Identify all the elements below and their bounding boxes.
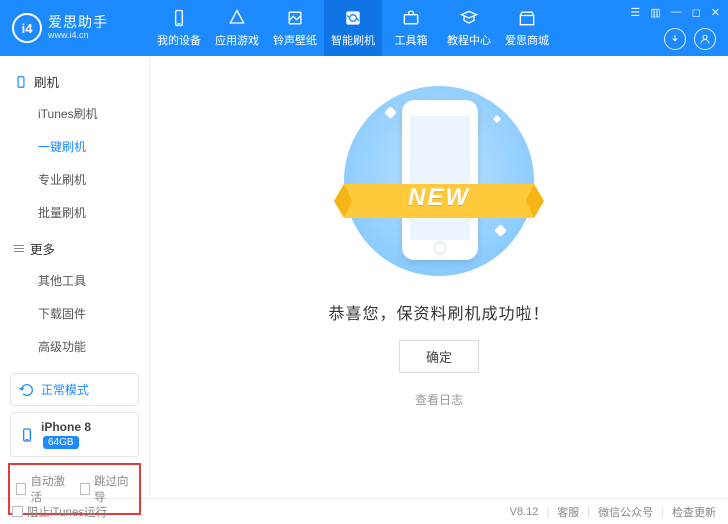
- version-label: V8.12: [510, 506, 539, 518]
- device-name: iPhone 8: [41, 420, 91, 434]
- new-ribbon: NEW: [334, 172, 544, 230]
- nav-apps[interactable]: 应用游戏: [208, 0, 266, 56]
- section-title: 更多: [30, 239, 55, 258]
- device-card[interactable]: iPhone 8 64GB: [10, 412, 139, 457]
- refresh-icon: [19, 382, 35, 398]
- sidebar-section-more[interactable]: 更多: [0, 233, 149, 264]
- sidebar-item-advanced[interactable]: 高级功能: [0, 330, 149, 363]
- menu-icon[interactable]: ☰: [630, 6, 640, 19]
- section-title: 刷机: [34, 72, 59, 91]
- checkbox-label: 自动激活: [30, 473, 69, 505]
- sidebar-section-flash[interactable]: 刷机: [0, 66, 149, 97]
- success-illustration: NEW: [344, 86, 534, 276]
- nav-label: 应用游戏: [215, 32, 259, 48]
- wallpaper-icon: [285, 8, 305, 28]
- checkbox-skip-guide[interactable]: 跳过向导: [80, 473, 134, 505]
- sidebar-item-oneclick-flash[interactable]: 一键刷机: [0, 130, 149, 163]
- flash-icon: [343, 8, 363, 28]
- success-message: 恭喜您，保资料刷机成功啦！: [150, 300, 728, 324]
- apps-icon: [227, 8, 247, 28]
- wechat-link[interactable]: 微信公众号: [598, 504, 653, 520]
- check-update-link[interactable]: 检查更新: [672, 504, 716, 520]
- brand-logo: i4: [12, 13, 42, 43]
- mode-label: 正常模式: [41, 381, 89, 398]
- brand: i4 爱思助手 www.i4.cn: [0, 0, 150, 56]
- nav-label: 工具箱: [395, 32, 428, 48]
- nav-store[interactable]: 爱思商城: [498, 0, 556, 56]
- checkbox-block-itunes[interactable]: 阻止iTunes运行: [12, 504, 107, 520]
- sidebar-item-itunes-flash[interactable]: iTunes刷机: [0, 97, 149, 130]
- checkbox-label: 跳过向导: [94, 473, 133, 505]
- skin-icon[interactable]: ▥: [650, 6, 660, 19]
- nav-toolbox[interactable]: 工具箱: [382, 0, 440, 56]
- nav-ringtones[interactable]: 铃声壁纸: [266, 0, 324, 56]
- nav-my-device[interactable]: 我的设备: [150, 0, 208, 56]
- nav-tutorials[interactable]: 教程中心: [440, 0, 498, 56]
- nav-label: 智能刷机: [331, 32, 375, 48]
- nav-label: 铃声壁纸: [273, 32, 317, 48]
- ribbon-text: NEW: [334, 172, 544, 230]
- device-mode[interactable]: 正常模式: [10, 373, 139, 406]
- nav-label: 我的设备: [157, 32, 201, 48]
- store-icon: [517, 8, 537, 28]
- app-header: i4 爱思助手 www.i4.cn 我的设备 应用游戏 铃声壁纸 智能刷机 工具…: [0, 0, 728, 56]
- brand-subtitle: www.i4.cn: [48, 31, 108, 41]
- minimize-icon[interactable]: —: [671, 6, 682, 18]
- nav-label: 爱思商城: [505, 32, 549, 48]
- ok-button[interactable]: 确定: [399, 340, 479, 373]
- main-panel: NEW 恭喜您，保资料刷机成功啦！ 确定 查看日志: [150, 56, 728, 498]
- toolbox-icon: [401, 8, 421, 28]
- nav-flash[interactable]: 智能刷机: [324, 0, 382, 56]
- sidebar: 刷机 iTunes刷机 一键刷机 专业刷机 批量刷机 更多 其他工具 下载固件 …: [0, 56, 150, 498]
- tutorial-icon: [459, 8, 479, 28]
- sidebar-item-download-firmware[interactable]: 下载固件: [0, 297, 149, 330]
- device-capacity: 64GB: [43, 436, 79, 449]
- view-log-link[interactable]: 查看日志: [150, 391, 728, 408]
- download-button[interactable]: [664, 28, 686, 50]
- phone-icon: [14, 75, 28, 89]
- close-icon[interactable]: ✕: [711, 6, 720, 19]
- brand-title: 爱思助手: [48, 15, 108, 30]
- sidebar-item-other-tools[interactable]: 其他工具: [0, 264, 149, 297]
- maximize-icon[interactable]: ◻: [692, 6, 701, 19]
- support-link[interactable]: 客服: [557, 504, 579, 520]
- account-button[interactable]: [694, 28, 716, 50]
- top-nav: 我的设备 应用游戏 铃声壁纸 智能刷机 工具箱 教程中心 爱思商城: [150, 0, 630, 56]
- checkbox-auto-activate[interactable]: 自动激活: [16, 473, 70, 505]
- hamburger-icon: [14, 243, 24, 254]
- checkbox-label: 阻止iTunes运行: [27, 504, 107, 520]
- device-icon: [169, 8, 189, 28]
- sidebar-item-pro-flash[interactable]: 专业刷机: [0, 163, 149, 196]
- sidebar-item-batch-flash[interactable]: 批量刷机: [0, 196, 149, 229]
- nav-label: 教程中心: [447, 32, 491, 48]
- device-icon: [19, 427, 35, 443]
